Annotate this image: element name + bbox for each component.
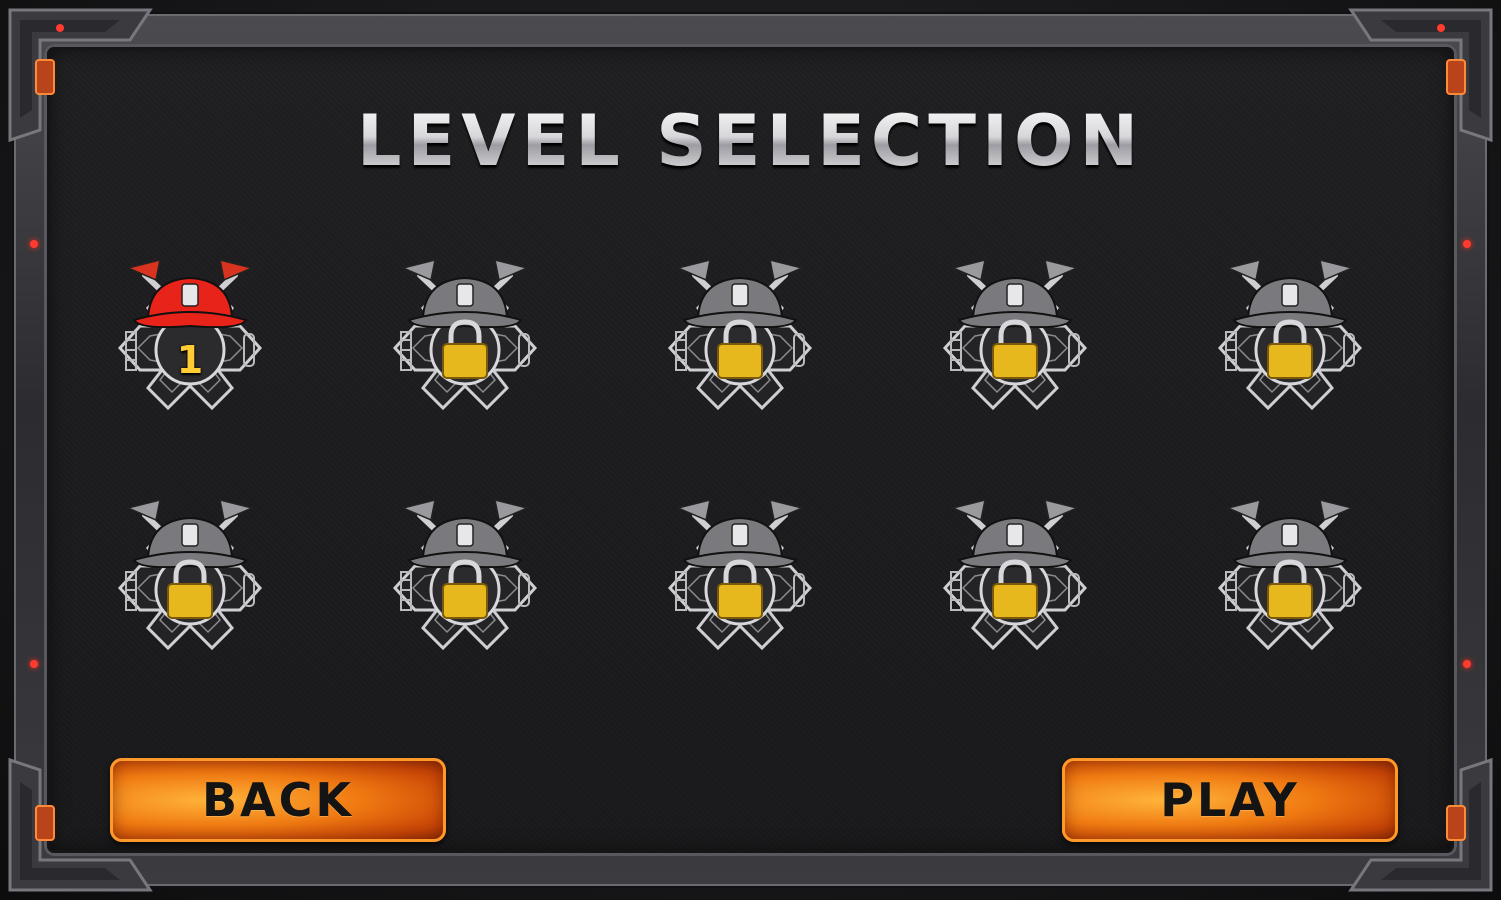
level-9-badge[interactable] — [915, 480, 1115, 690]
level-7-badge[interactable] — [365, 480, 565, 690]
frame-light — [30, 240, 38, 248]
back-button-label: BACK — [201, 773, 355, 827]
padlock-icon — [667, 258, 813, 411]
padlock-icon — [392, 258, 538, 411]
level-5-badge[interactable] — [1190, 240, 1390, 450]
level-10-badge[interactable] — [1190, 480, 1390, 690]
level-3-badge[interactable] — [640, 240, 840, 450]
padlock-icon — [1217, 498, 1363, 651]
padlock-icon — [1217, 258, 1363, 411]
level-number: 1 — [176, 338, 204, 382]
page-title: LEVEL SELECTION — [0, 100, 1501, 182]
level-4-badge[interactable] — [915, 240, 1115, 450]
padlock-icon — [392, 498, 538, 651]
level-8-badge[interactable] — [640, 480, 840, 690]
play-button[interactable]: PLAY — [1062, 758, 1398, 842]
back-button[interactable]: BACK — [110, 758, 446, 842]
level-grid: 1 — [90, 240, 1410, 700]
play-button-label: PLAY — [1160, 773, 1300, 827]
level-6-badge[interactable] — [90, 480, 290, 690]
frame-light — [1463, 240, 1471, 248]
padlock-icon — [667, 498, 813, 651]
level-1-badge[interactable]: 1 — [90, 240, 290, 450]
frame-light — [30, 660, 38, 668]
padlock-icon — [117, 498, 263, 651]
padlock-icon — [942, 498, 1088, 651]
frame-light — [1463, 660, 1471, 668]
padlock-icon — [942, 258, 1088, 411]
level-2-badge[interactable] — [365, 240, 565, 450]
